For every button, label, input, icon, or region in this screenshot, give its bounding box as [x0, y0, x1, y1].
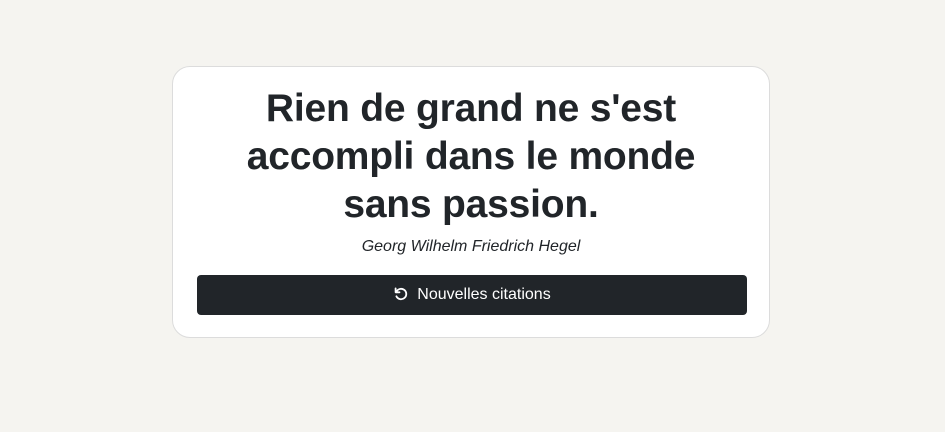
quote-card: Rien de grand ne s'est accompli dans le … — [172, 66, 770, 338]
quote-text: Rien de grand ne s'est accompli dans le … — [246, 87, 696, 226]
quote-author: Georg Wilhelm Friedrich Hegel — [361, 238, 581, 255]
new-quotes-button[interactable]: Nouvelles citations — [197, 275, 747, 315]
rotate-ccw-icon — [393, 286, 409, 302]
new-quotes-label: Nouvelles citations — [417, 286, 551, 303]
